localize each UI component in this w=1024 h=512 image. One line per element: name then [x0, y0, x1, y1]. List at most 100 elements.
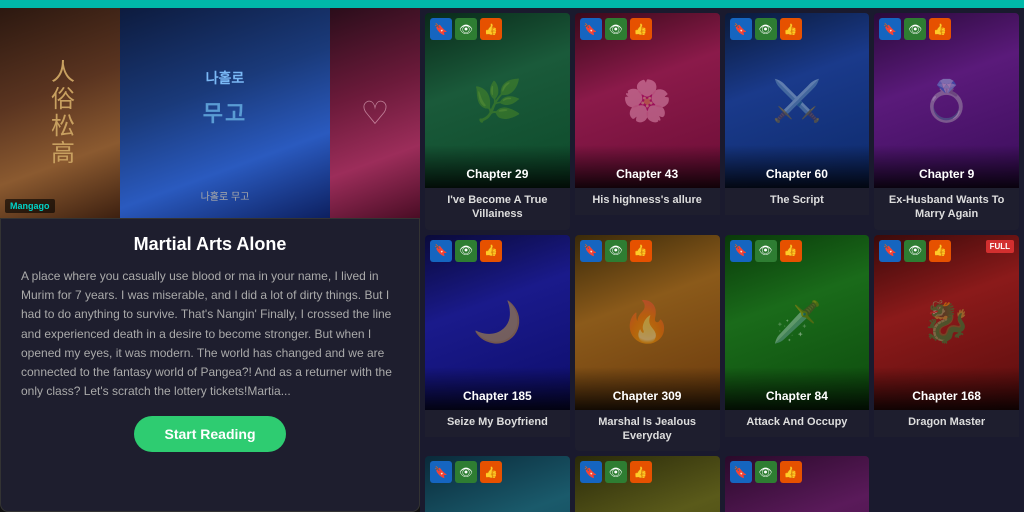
chapter-label-8: Chapter 168 [912, 389, 981, 403]
manga-card-6[interactable]: 🔥 🔖 👁 👍 Chapter 309 Marshal Is Jealous E… [575, 235, 720, 452]
manga-card-5[interactable]: 🌙 🔖 👁 👍 Chapter 185 Seize My Boyfriend [425, 235, 570, 452]
badge-thumb-3[interactable]: 👍 [780, 18, 802, 40]
badge-bookmark-3[interactable]: 🔖 [730, 18, 752, 40]
badge-bookmark-10[interactable]: 🔖 [580, 461, 602, 483]
card-badges-4: 🔖 👁 👍 [879, 18, 951, 40]
badge-bookmark-1[interactable]: 🔖 [430, 18, 452, 40]
manga-name-4: Ex-Husband Wants To Marry Again [877, 193, 1016, 222]
badge-eye-6[interactable]: 👁 [605, 240, 627, 262]
manga-cover-10: ⚡ 🔖 👁 👍 [575, 456, 720, 512]
manga-name-6: Marshal Is Jealous Everyday [578, 415, 717, 444]
badge-thumb-2[interactable]: 👍 [630, 18, 652, 40]
manga-card-2[interactable]: 🌸 🔖 👁 👍 Chapter 43 His highness's allure [575, 13, 720, 230]
badge-thumb-8[interactable]: 👍 [929, 240, 951, 262]
manga-cover-7: 🗡️ 🔖 👁 👍 Chapter 84 [725, 235, 870, 410]
badge-bookmark-11[interactable]: 🔖 [730, 461, 752, 483]
manga-name-8: Dragon Master [877, 415, 1016, 429]
manga-cover-9: 🦅 🔖 👁 👍 Chapter [425, 456, 570, 512]
card-badges-9: 🔖 👁 👍 [430, 461, 502, 483]
cover-overlay-5: Chapter 185 [425, 367, 570, 410]
chapter-label-4: Chapter 9 [919, 167, 974, 181]
manga-card-3[interactable]: ⚔️ 🔖 👁 👍 Chapter 60 The Script [725, 13, 870, 230]
badge-eye-8[interactable]: 👁 [904, 240, 926, 262]
badge-thumb-7[interactable]: 👍 [780, 240, 802, 262]
manga-cover-4: 💍 🔖 👁 👍 Chapter 9 [874, 13, 1019, 188]
feat-cover-2: 나홀로 무고 나홀로 무고 [120, 8, 330, 218]
feat-label: Mangago [5, 199, 55, 213]
badge-eye-2[interactable]: 👁 [605, 18, 627, 40]
badge-thumb-5[interactable]: 👍 [480, 240, 502, 262]
badge-thumb-6[interactable]: 👍 [630, 240, 652, 262]
manga-info-8: Dragon Master [874, 410, 1019, 437]
manga-info-6: Marshal Is Jealous Everyday [575, 410, 720, 452]
cover-overlay-7: Chapter 84 [725, 367, 870, 410]
badge-bookmark-5[interactable]: 🔖 [430, 240, 452, 262]
card-badges-8: 🔖 👁 👍 [879, 240, 951, 262]
cover-decoration-6: 🔥 [622, 299, 672, 346]
card-badges-3: 🔖 👁 👍 [730, 18, 802, 40]
badge-eye-4[interactable]: 👁 [904, 18, 926, 40]
card-badges-5: 🔖 👁 👍 [430, 240, 502, 262]
badge-bookmark-4[interactable]: 🔖 [879, 18, 901, 40]
manga-card-4[interactable]: 💍 🔖 👁 👍 Chapter 9 Ex-Husband Wants To Ma… [874, 13, 1019, 230]
manga-cover-8: 🐉 FULL 🔖 👁 👍 Chapter 168 [874, 235, 1019, 410]
manga-name-1: I've Become A True Villainess [428, 193, 567, 222]
chapter-label-1: Chapter 29 [466, 167, 528, 181]
chapter-label-2: Chapter 43 [616, 167, 678, 181]
cover-decoration-3: ⚔️ [772, 77, 822, 124]
chapter-label-7: Chapter 84 [766, 389, 828, 403]
chapter-label-5: Chapter 185 [463, 389, 532, 403]
right-panel: 🌿 🔖 👁 👍 Chapter 29 I've Become A True Vi… [420, 8, 1024, 512]
badge-thumb-1[interactable]: 👍 [480, 18, 502, 40]
manga-cover-3: ⚔️ 🔖 👁 👍 Chapter 60 [725, 13, 870, 188]
badge-thumb-10[interactable]: 👍 [630, 461, 652, 483]
manga-name-5: Seize My Boyfriend [428, 415, 567, 429]
cover-decoration-4: 💍 [922, 77, 972, 124]
manga-card-7[interactable]: 🗡️ 🔖 👁 👍 Chapter 84 Attack And Occupy [725, 235, 870, 452]
feat-cover-subtitle: 나홀로 무고 [201, 188, 250, 208]
badge-eye-1[interactable]: 👁 [455, 18, 477, 40]
manga-cover-11: 🌺 🔖 👁 👍 [725, 456, 870, 512]
cover-overlay-2: Chapter 43 [575, 145, 720, 188]
badge-thumb-11[interactable]: 👍 [780, 461, 802, 483]
badge-bookmark-6[interactable]: 🔖 [580, 240, 602, 262]
start-reading-button[interactable]: Start Reading [134, 416, 285, 452]
manga-cover-5: 🌙 🔖 👁 👍 Chapter 185 [425, 235, 570, 410]
cover-overlay-6: Chapter 309 [575, 367, 720, 410]
badge-eye-5[interactable]: 👁 [455, 240, 477, 262]
cover-decoration-1: 🌿 [472, 77, 522, 124]
badge-bookmark-7[interactable]: 🔖 [730, 240, 752, 262]
cjk-text-1: 人俗松高 [43, 59, 78, 167]
manga-cover-6: 🔥 🔖 👁 👍 Chapter 309 [575, 235, 720, 410]
manga-card-8[interactable]: 🐉 FULL 🔖 👁 👍 Chapter 168 Dragon Master [874, 235, 1019, 452]
manga-card-9[interactable]: 🦅 🔖 👁 👍 Chapter [425, 456, 570, 512]
card-badges-6: 🔖 👁 👍 [580, 240, 652, 262]
badge-eye-11[interactable]: 👁 [755, 461, 777, 483]
manga-card-1[interactable]: 🌿 🔖 👁 👍 Chapter 29 I've Become A True Vi… [425, 13, 570, 230]
manga-card-10[interactable]: ⚡ 🔖 👁 👍 [575, 456, 720, 512]
manga-name-3: The Script [728, 193, 867, 207]
manga-card-11[interactable]: 🌺 🔖 👁 👍 [725, 456, 870, 512]
badge-thumb-4[interactable]: 👍 [929, 18, 951, 40]
cover-decoration-2: 🌸 [622, 77, 672, 124]
badge-eye-9[interactable]: 👁 [455, 461, 477, 483]
card-badges-2: 🔖 👁 👍 [580, 18, 652, 40]
card-badges-1: 🔖 👁 👍 [430, 18, 502, 40]
manga-info-3: The Script [725, 188, 870, 215]
main-container: 人俗松高 Mangago 나홀로 무고 나홀로 무고 ♡ Martial Art… [0, 8, 1024, 512]
cover-overlay-8: Chapter 168 [874, 367, 1019, 410]
manga-cover-1: 🌿 🔖 👁 👍 Chapter 29 [425, 13, 570, 188]
badge-eye-7[interactable]: 👁 [755, 240, 777, 262]
chapter-label-6: Chapter 309 [613, 389, 682, 403]
badge-thumb-9[interactable]: 👍 [480, 461, 502, 483]
manga-info-5: Seize My Boyfriend [425, 410, 570, 437]
badge-bookmark-2[interactable]: 🔖 [580, 18, 602, 40]
manga-cover-2: 🌸 🔖 👁 👍 Chapter 43 [575, 13, 720, 188]
badge-bookmark-8[interactable]: 🔖 [879, 240, 901, 262]
badge-eye-3[interactable]: 👁 [755, 18, 777, 40]
badge-eye-10[interactable]: 👁 [605, 461, 627, 483]
manga-name-2: His highness's allure [578, 193, 717, 207]
badge-bookmark-9[interactable]: 🔖 [430, 461, 452, 483]
manga-title: Martial Arts Alone [21, 234, 399, 255]
manga-info-1: I've Become A True Villainess [425, 188, 570, 230]
